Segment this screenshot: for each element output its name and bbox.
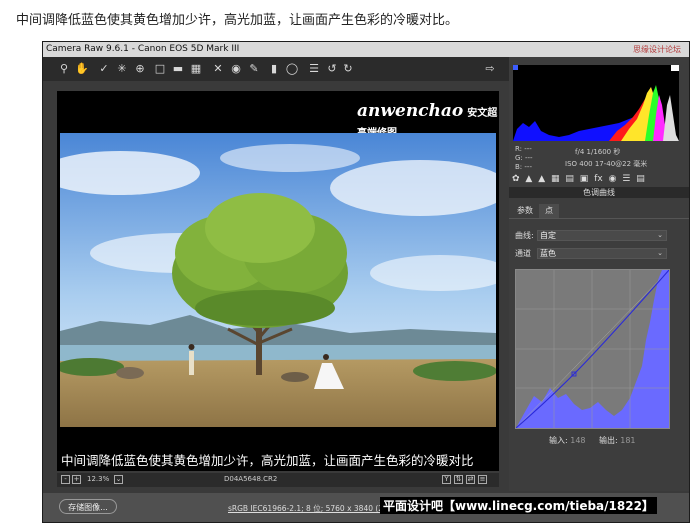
preview-caption: 中间调降低蓝色使其黄色增加少许，高光加蓝，让画面产生色彩的冷暖对比 <box>61 453 474 468</box>
detail-icon[interactable]: ▲ <box>538 174 545 184</box>
tone-curve-svg <box>515 269 670 429</box>
before-after-y-icon[interactable]: Y <box>442 475 451 484</box>
panel-title: 色调曲线 <box>509 187 689 198</box>
input-label: 输入: <box>549 436 568 445</box>
red-eye-icon[interactable]: ◉ <box>229 62 243 76</box>
logo-main: anwenchao <box>357 101 464 121</box>
color-sampler-icon[interactable]: ✳ <box>115 62 129 76</box>
page-caption: 中间调降低蓝色使其黄色增加少许，高光加蓝，让画面产生色彩的冷暖对比。 <box>16 13 459 28</box>
image-preview[interactable]: anwenchao安文超 高端修图 AN WENCHAO HIGH-END GR… <box>57 91 499 471</box>
readout-r: R: --- <box>515 145 532 153</box>
wedding-photo-image <box>60 133 496 427</box>
spot-removal-icon[interactable]: ✕ <box>211 62 225 76</box>
transform-icon[interactable]: ▦ <box>189 62 203 76</box>
curve-label: 曲线: <box>515 231 534 240</box>
copy-settings-icon[interactable]: ⇄ <box>466 475 475 484</box>
bottom-bar: 存储图像... sRGB IEC61966-2.1; 8 位; 5760 x 3… <box>43 493 689 522</box>
lens-icon[interactable]: ▣ <box>580 174 589 184</box>
readout-b: B: --- <box>515 163 532 171</box>
title-bar: Camera Raw 9.6.1 - Canon EOS 5D Mark III… <box>43 42 689 57</box>
presets-icon[interactable]: ☰ <box>622 174 630 184</box>
radial-filter-icon[interactable]: ◯ <box>285 62 299 76</box>
split-toning-icon[interactable]: ▤ <box>565 174 574 184</box>
file-name: D04A5648.CR2 <box>224 475 278 483</box>
histogram-graph <box>513 65 679 141</box>
zoom-icon[interactable]: ⚲ <box>57 62 71 76</box>
output-value: 181 <box>620 436 636 445</box>
adjustment-brush-icon[interactable]: ✎ <box>247 62 261 76</box>
tab-parametric[interactable]: 参数 <box>511 204 539 218</box>
basic-icon[interactable]: ✿ <box>512 174 520 184</box>
curve-select[interactable]: 自定 ⌄ <box>537 230 667 241</box>
white-balance-icon[interactable]: ✓ <box>97 62 111 76</box>
panel-tabs-icons: ✿ ▲ ▲ ▦ ▤ ▣ fx ◉ ☰ ▤ <box>509 174 689 186</box>
zoom-out-button[interactable]: - <box>61 475 70 484</box>
tone-curve-graph[interactable] <box>515 269 670 429</box>
wedding-photo <box>60 133 496 427</box>
preferences-icon[interactable]: ☰ <box>307 62 321 76</box>
curve-select-value: 自定 <box>540 231 556 240</box>
channel-select-value: 蓝色 <box>540 249 556 258</box>
brand-corner: 思缘设计论坛 <box>633 45 681 54</box>
swap-settings-icon[interactable]: ⇅ <box>454 475 463 484</box>
crop-icon[interactable]: □ <box>153 62 167 76</box>
curve-output: 输出: 181 <box>599 435 636 446</box>
window-title: Camera Raw 9.6.1 - Canon EOS 5D Mark III <box>46 44 240 54</box>
channel-label: 通道 <box>515 249 531 258</box>
straighten-icon[interactable]: ▬ <box>171 62 185 76</box>
output-label: 输出: <box>599 436 618 445</box>
curve-tabs: 参数 点 <box>509 202 689 219</box>
iso-lens: ISO 400 17-40@22 毫米 <box>565 160 648 168</box>
toolbar: ⚲ ✋ ✓ ✳ ⊕ □ ▬ ▦ ✕ ◉ ✎ ▮ ◯ ☰ ↺ ↻ ⇨ <box>43 57 509 81</box>
snapshots-icon[interactable]: ▤ <box>636 174 645 184</box>
zoom-level[interactable]: 12.3% <box>87 475 109 483</box>
effects-icon[interactable]: fx <box>594 174 603 184</box>
hand-icon[interactable]: ✋ <box>75 62 89 76</box>
curve-input: 输入: 148 <box>549 435 586 446</box>
toggle-settings-icon[interactable]: ≡ <box>478 475 487 484</box>
watermark: 平面设计吧【www.linecg.com/tieba/1822】 <box>380 497 657 514</box>
channel-select[interactable]: 蓝色 ⌄ <box>537 248 667 259</box>
zoom-dropdown-icon[interactable]: ⌄ <box>114 475 123 484</box>
open-in-photoshop-icon[interactable]: ⇨ <box>483 62 497 76</box>
chevron-down-icon: ⌄ <box>657 231 663 239</box>
tone-curve-icon[interactable]: ▲ <box>525 174 532 184</box>
right-panel: R: --- G: --- B: --- f/4 1/1600 秒 ISO 40… <box>509 57 689 491</box>
camera-calibration-icon[interactable]: ◉ <box>609 174 617 184</box>
rotate-cw-icon[interactable]: ↻ <box>341 62 355 76</box>
camera-readout: R: --- G: --- B: --- f/4 1/1600 秒 ISO 40… <box>513 143 679 173</box>
histogram <box>513 65 679 141</box>
tab-point[interactable]: 点 <box>539 204 559 218</box>
readout-g: G: --- <box>515 154 533 162</box>
status-bar: - + 12.3% ⌄ D04A5648.CR2 Y ⇅ ⇄ ≡ <box>57 473 499 487</box>
input-value: 148 <box>570 436 586 445</box>
aperture-shutter: f/4 1/1600 秒 <box>575 148 621 156</box>
target-adjust-icon[interactable]: ⊕ <box>133 62 147 76</box>
zoom-in-button[interactable]: + <box>72 475 81 484</box>
save-image-button[interactable]: 存储图像... <box>59 499 117 514</box>
rotate-ccw-icon[interactable]: ↺ <box>325 62 339 76</box>
graduated-filter-icon[interactable]: ▮ <box>267 62 281 76</box>
hsl-icon[interactable]: ▦ <box>551 174 560 184</box>
chevron-down-icon: ⌄ <box>657 249 663 257</box>
camera-raw-window: Camera Raw 9.6.1 - Canon EOS 5D Mark III… <box>42 41 690 523</box>
